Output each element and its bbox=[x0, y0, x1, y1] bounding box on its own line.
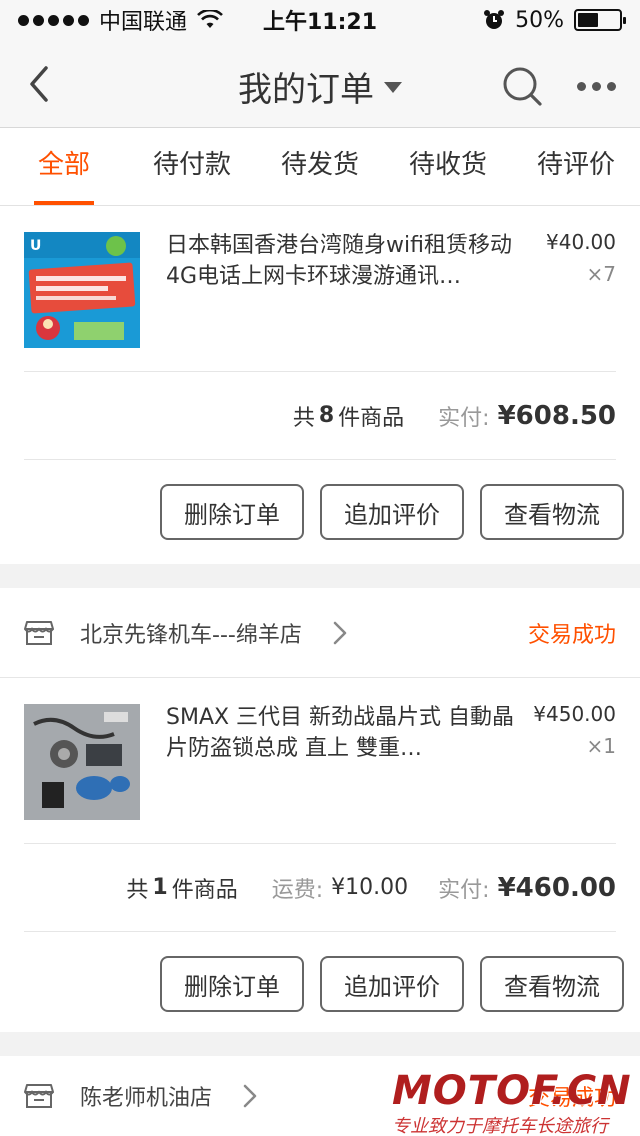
item-count-suffix: 件商品 bbox=[338, 405, 405, 431]
shipping-label: 运费: bbox=[271, 877, 324, 903]
product-quantity: ×1 bbox=[586, 734, 616, 758]
delete-order-button[interactable]: 删除订单 bbox=[160, 956, 304, 1012]
chevron-right-icon bbox=[333, 621, 347, 644]
paid-amount: ¥460.00 bbox=[497, 872, 616, 903]
item-count-prefix: 共 bbox=[292, 405, 315, 431]
product-title: 日本韩国香港台湾随身wifi租赁移动4G电话上网卡环球漫游通讯… bbox=[166, 233, 512, 289]
shop-header[interactable]: 北京先锋机车---绵羊店 交易成功 bbox=[0, 588, 640, 678]
paid-label: 实付: bbox=[438, 877, 490, 903]
item-count-suffix: 件商品 bbox=[171, 877, 238, 903]
paid-amount: ¥608.50 bbox=[497, 400, 616, 431]
paid-label: 实付: bbox=[438, 405, 490, 431]
battery-percent: 50% bbox=[515, 7, 564, 33]
add-review-button[interactable]: 追加评价 bbox=[320, 956, 464, 1012]
add-review-button[interactable]: 追加评价 bbox=[320, 484, 464, 540]
shipping-amount: ¥10.00 bbox=[331, 875, 409, 900]
watermark-tagline: 专业致力于摩托车长途旅行 bbox=[392, 1116, 608, 1136]
order-item[interactable]: U 日本韩国香港台湾随身wifi租赁移动4G电话上网卡环球漫游通讯… ¥40.0… bbox=[24, 206, 616, 372]
order-summary: 共 8 件商品 实付: ¥608.50 bbox=[24, 372, 616, 460]
carrier-name: 中国联通 bbox=[99, 10, 188, 35]
battery-level bbox=[578, 13, 598, 27]
tab-pending-shipment[interactable]: 待发货 bbox=[256, 128, 384, 205]
shop-name: 北京先锋机车---绵羊店 bbox=[80, 622, 302, 648]
nav-bar: 我的订单 bbox=[0, 40, 640, 128]
watermark: MOTOF.CN 专业致力于摩托车长途旅行 bbox=[392, 1068, 640, 1136]
order-card: 北京先锋机车---绵羊店 交易成功 SMAX 三代目 新劲战晶片式 自動晶片防盗… bbox=[0, 588, 640, 1032]
view-logistics-button[interactable]: 查看物流 bbox=[480, 484, 624, 540]
status-bar: 中国联通 上午11:21 50% bbox=[0, 0, 640, 40]
order-actions: 删除订单 追加评价 查看物流 bbox=[0, 932, 640, 1036]
alarm-icon bbox=[484, 10, 505, 29]
shop-icon bbox=[24, 620, 54, 645]
item-count-prefix: 共 bbox=[126, 877, 149, 903]
order-item[interactable]: SMAX 三代目 新劲战晶片式 自動晶片防盗锁总成 直上 雙重… ¥450.00… bbox=[24, 678, 616, 844]
product-quantity: ×7 bbox=[586, 262, 616, 286]
item-count: 1 bbox=[152, 875, 168, 900]
order-tabs: 全部 待付款 待发货 待收货 待评价 bbox=[0, 128, 640, 206]
more-icon[interactable] bbox=[574, 72, 618, 100]
battery-icon bbox=[574, 9, 626, 31]
order-card: U 日本韩国香港台湾随身wifi租赁移动4G电话上网卡环球漫游通讯… ¥40.0… bbox=[0, 206, 640, 564]
search-icon[interactable] bbox=[500, 64, 544, 108]
item-count: 8 bbox=[318, 403, 335, 428]
watermark-logo: MOTOF.CN bbox=[392, 1068, 632, 1114]
tab-pending-payment[interactable]: 待付款 bbox=[128, 128, 256, 205]
shop-name: 陈老师机油店 bbox=[80, 1086, 213, 1111]
view-logistics-button[interactable]: 查看物流 bbox=[480, 956, 624, 1012]
page-title: 我的订单 bbox=[238, 70, 374, 110]
product-thumbnail bbox=[24, 704, 140, 820]
tab-pending-receipt[interactable]: 待收货 bbox=[384, 128, 512, 205]
shop-icon bbox=[24, 1084, 54, 1108]
order-actions: 删除订单 追加评价 查看物流 bbox=[0, 460, 640, 564]
product-title: SMAX 三代目 新劲战晶片式 自動晶片防盗锁总成 直上 雙重… bbox=[166, 705, 515, 761]
page-title-dropdown[interactable]: 我的订单 bbox=[0, 62, 640, 111]
tab-all[interactable]: 全部 bbox=[0, 128, 128, 205]
product-price: ¥40.00 bbox=[546, 230, 616, 254]
caret-down-icon bbox=[384, 82, 402, 93]
product-thumbnail: U bbox=[24, 232, 140, 348]
product-price: ¥450.00 bbox=[533, 702, 616, 726]
order-summary: 共 1 件商品 运费: ¥10.00 实付: ¥460.00 bbox=[24, 844, 616, 932]
order-status: 交易成功 bbox=[527, 622, 616, 648]
wifi-icon bbox=[197, 10, 223, 28]
svg-text:U: U bbox=[30, 238, 41, 254]
signal-strength-icon bbox=[18, 14, 89, 26]
chevron-right-icon bbox=[243, 1084, 257, 1108]
delete-order-button[interactable]: 删除订单 bbox=[160, 484, 304, 540]
tab-pending-review[interactable]: 待评价 bbox=[512, 128, 640, 205]
